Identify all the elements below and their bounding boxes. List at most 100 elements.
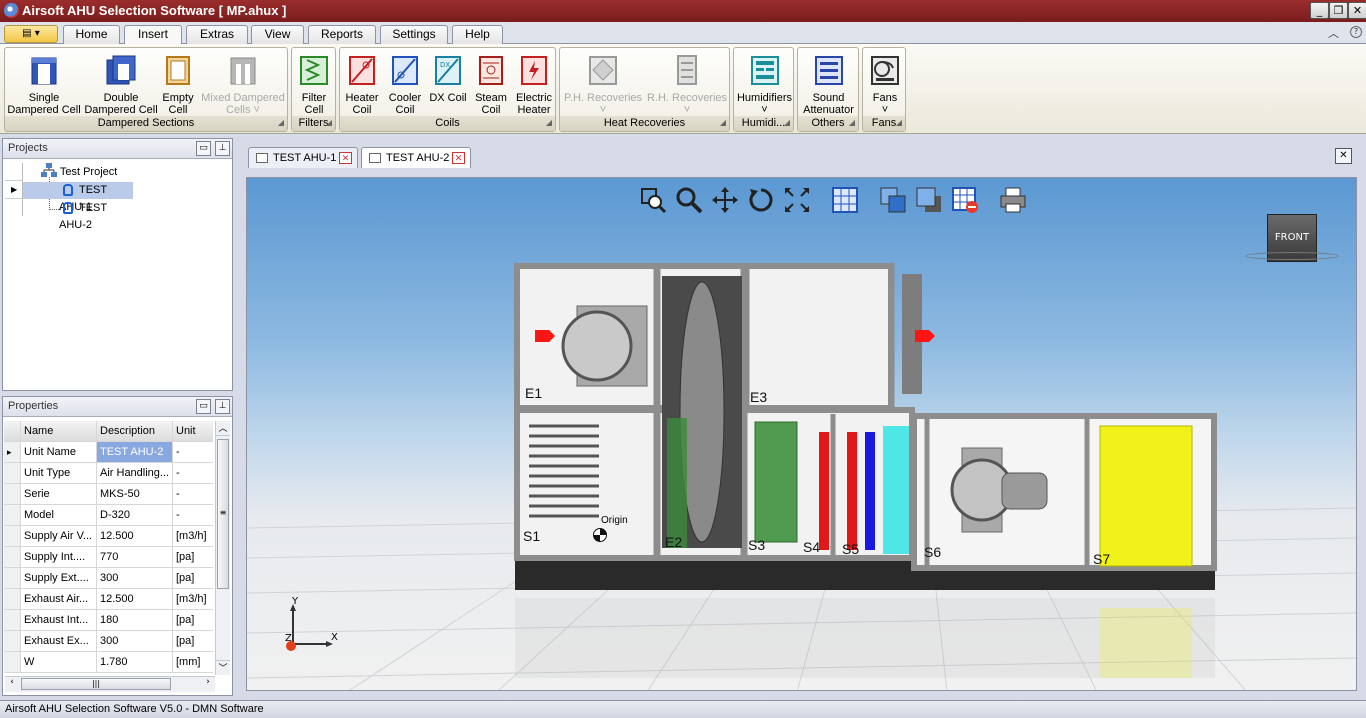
property-row[interactable]: Model D-320- — [4, 505, 213, 526]
close-tab-icon[interactable]: ✕ — [452, 152, 465, 164]
humidifiers-button[interactable]: Humidifiers ˅ — [736, 50, 793, 116]
projects-panel-title: Projects — [8, 142, 48, 154]
tree-item-test-ahu-1[interactable]: TEST AHU-1 — [23, 182, 133, 213]
sound-label-1: Sound — [812, 92, 845, 104]
view-mode-icon[interactable] — [879, 186, 907, 214]
property-row[interactable]: Supply Air V... 12.500 [m3/h] — [4, 526, 213, 547]
property-value[interactable]: 770 — [97, 547, 173, 567]
close-button[interactable]: ✕ — [1348, 2, 1366, 19]
column-header-name[interactable]: Name — [21, 421, 97, 441]
tab-help[interactable]: Help — [452, 25, 503, 44]
rh-recoveries-button[interactable]: R.H. Recoveries ˅ — [646, 50, 728, 116]
group-expand-icon[interactable]: ◢ — [896, 116, 902, 130]
collapse-ribbon-icon[interactable]: ︿ — [1328, 25, 1339, 41]
close-document-button[interactable]: ✕ — [1335, 148, 1352, 164]
rotate-icon[interactable] — [747, 186, 775, 214]
scroll-down-icon[interactable]: ﹀ — [216, 660, 230, 675]
empty-cell-button[interactable]: Empty Cell — [159, 50, 197, 116]
scroll-thumb[interactable]: ≡ — [217, 439, 229, 589]
scroll-right-icon[interactable]: › — [201, 677, 215, 692]
property-row[interactable]: Exhaust Int... 180 [pa] — [4, 610, 213, 631]
tab-view[interactable]: View — [251, 25, 304, 44]
axis-triad — [286, 604, 333, 651]
group-expand-icon[interactable]: ◢ — [326, 116, 332, 130]
steam-label-2: Coil — [481, 104, 501, 116]
filter-cell-button[interactable]: Filter Cell — [294, 50, 334, 116]
property-row[interactable]: Serie MKS-50- — [4, 484, 213, 505]
scroll-thumb[interactable]: ||| — [21, 678, 171, 690]
property-value[interactable]: 1.780 — [97, 652, 173, 672]
application-menu-button[interactable]: ▤ ▾ — [4, 25, 58, 43]
electric-label-1: Electric — [515, 92, 553, 104]
tree-project-node[interactable]: Test Project — [41, 163, 117, 180]
group-expand-icon[interactable]: ◢ — [720, 116, 726, 130]
property-value[interactable]: 12.500 — [97, 526, 173, 546]
minimize-button[interactable]: _ — [1310, 2, 1329, 19]
tab-reports[interactable]: Reports — [308, 25, 376, 44]
doc-tab-test-ahu-2[interactable]: TEST AHU-2 ✕ — [361, 147, 471, 168]
single-dampered-cell-button[interactable]: Single Dampered Cell — [7, 50, 81, 116]
properties-horizontal-scrollbar[interactable]: ‹ ||| › — [5, 676, 215, 692]
property-value[interactable]: 12.500 — [97, 589, 173, 609]
property-value[interactable]: MKS-50 — [97, 484, 173, 504]
property-value[interactable]: 180 — [97, 610, 173, 630]
property-row[interactable]: Exhaust Air... 12.500 [m3/h] — [4, 589, 213, 610]
view-cube-ring[interactable] — [1245, 252, 1339, 260]
tab-insert[interactable]: Insert — [124, 25, 182, 45]
panel-pin-icon[interactable]: ⊥ — [215, 399, 230, 414]
property-row[interactable]: Exhaust Ex... 300 [pa] — [4, 631, 213, 652]
print-icon[interactable] — [999, 186, 1027, 214]
fit-view-icon[interactable] — [783, 186, 811, 214]
close-tab-icon[interactable]: ✕ — [339, 152, 352, 164]
tree-item-test-ahu-2[interactable]: TEST AHU-2 — [23, 200, 133, 231]
doc-tab-test-ahu-1[interactable]: TEST AHU-1 ✕ — [248, 147, 358, 168]
fans-button[interactable]: Fans ˅ — [865, 50, 905, 116]
property-row[interactable]: ▸ Unit Name TEST AHU-2- — [4, 442, 213, 463]
property-value[interactable]: 300 — [97, 568, 173, 588]
column-header-description[interactable]: Description — [97, 421, 173, 441]
mixed-dampered-cells-button[interactable]: Mixed Dampered Cells ˅ — [200, 50, 286, 116]
ph-recoveries-button[interactable]: P.H. Recoveries ˅ — [562, 50, 644, 116]
tab-settings[interactable]: Settings — [380, 25, 448, 44]
property-row[interactable]: Supply Ext.... 300 [pa] — [4, 568, 213, 589]
property-value[interactable]: TEST AHU-2 — [97, 442, 173, 462]
zoom-window-icon[interactable] — [639, 186, 667, 214]
group-expand-icon[interactable]: ◢ — [546, 116, 552, 130]
property-row[interactable]: W 1.780 [mm] — [4, 652, 213, 673]
tab-extras[interactable]: Extras — [186, 25, 248, 44]
scroll-left-icon[interactable]: ‹ — [5, 677, 19, 692]
shadow-view-icon[interactable] — [915, 186, 943, 214]
property-row[interactable]: Supply Int.... 770 [pa] — [4, 547, 213, 568]
cooler-coil-button[interactable]: Cooler Coil — [384, 50, 426, 116]
help-icon[interactable]: ? — [1350, 26, 1362, 38]
steam-coil-button[interactable]: Steam Coil — [470, 50, 512, 116]
group-expand-icon[interactable]: ◢ — [849, 116, 855, 130]
tab-home[interactable]: Home — [63, 25, 120, 44]
panel-float-icon[interactable]: ▭ — [196, 399, 211, 414]
humidifier-icon — [750, 56, 779, 85]
pan-icon[interactable] — [711, 186, 739, 214]
panel-pin-icon[interactable]: ⊥ — [215, 141, 230, 156]
project-icon — [41, 163, 57, 177]
property-name: Supply Ext.... — [21, 568, 97, 588]
3d-viewport[interactable]: FRONT E1 E3 S1 E2 S3 S4 S5 S6 S7 Origin … — [246, 177, 1357, 691]
property-value[interactable]: 300 — [97, 631, 173, 651]
heater-coil-button[interactable]: Heater Coil — [341, 50, 383, 116]
ph-label: P.H. Recoveries — [563, 92, 643, 104]
column-header-unit[interactable]: Unit — [173, 421, 213, 441]
property-value[interactable]: D-320 — [97, 505, 173, 525]
group-expand-icon[interactable]: ◢ — [278, 116, 284, 130]
grid-toggle-icon[interactable] — [831, 186, 859, 214]
double-dampered-cell-button[interactable]: Double Dampered Cell — [83, 50, 159, 116]
remove-grid-icon[interactable] — [951, 186, 979, 214]
maximize-button[interactable]: ❐ — [1329, 2, 1348, 19]
group-expand-icon[interactable]: ◢ — [784, 116, 790, 130]
zoom-icon[interactable] — [675, 186, 703, 214]
electric-heater-button[interactable]: Electric Heater — [513, 50, 555, 116]
panel-float-icon[interactable]: ▭ — [196, 141, 211, 156]
scroll-up-icon[interactable]: ︿ — [216, 421, 230, 436]
property-row[interactable]: Unit Type Air Handling... - — [4, 463, 213, 484]
property-value[interactable]: Air Handling... — [97, 463, 173, 483]
dx-coil-button[interactable]: DX DX Coil — [427, 50, 469, 104]
properties-vertical-scrollbar[interactable]: ︿ ≡ ﹀ — [215, 421, 230, 675]
